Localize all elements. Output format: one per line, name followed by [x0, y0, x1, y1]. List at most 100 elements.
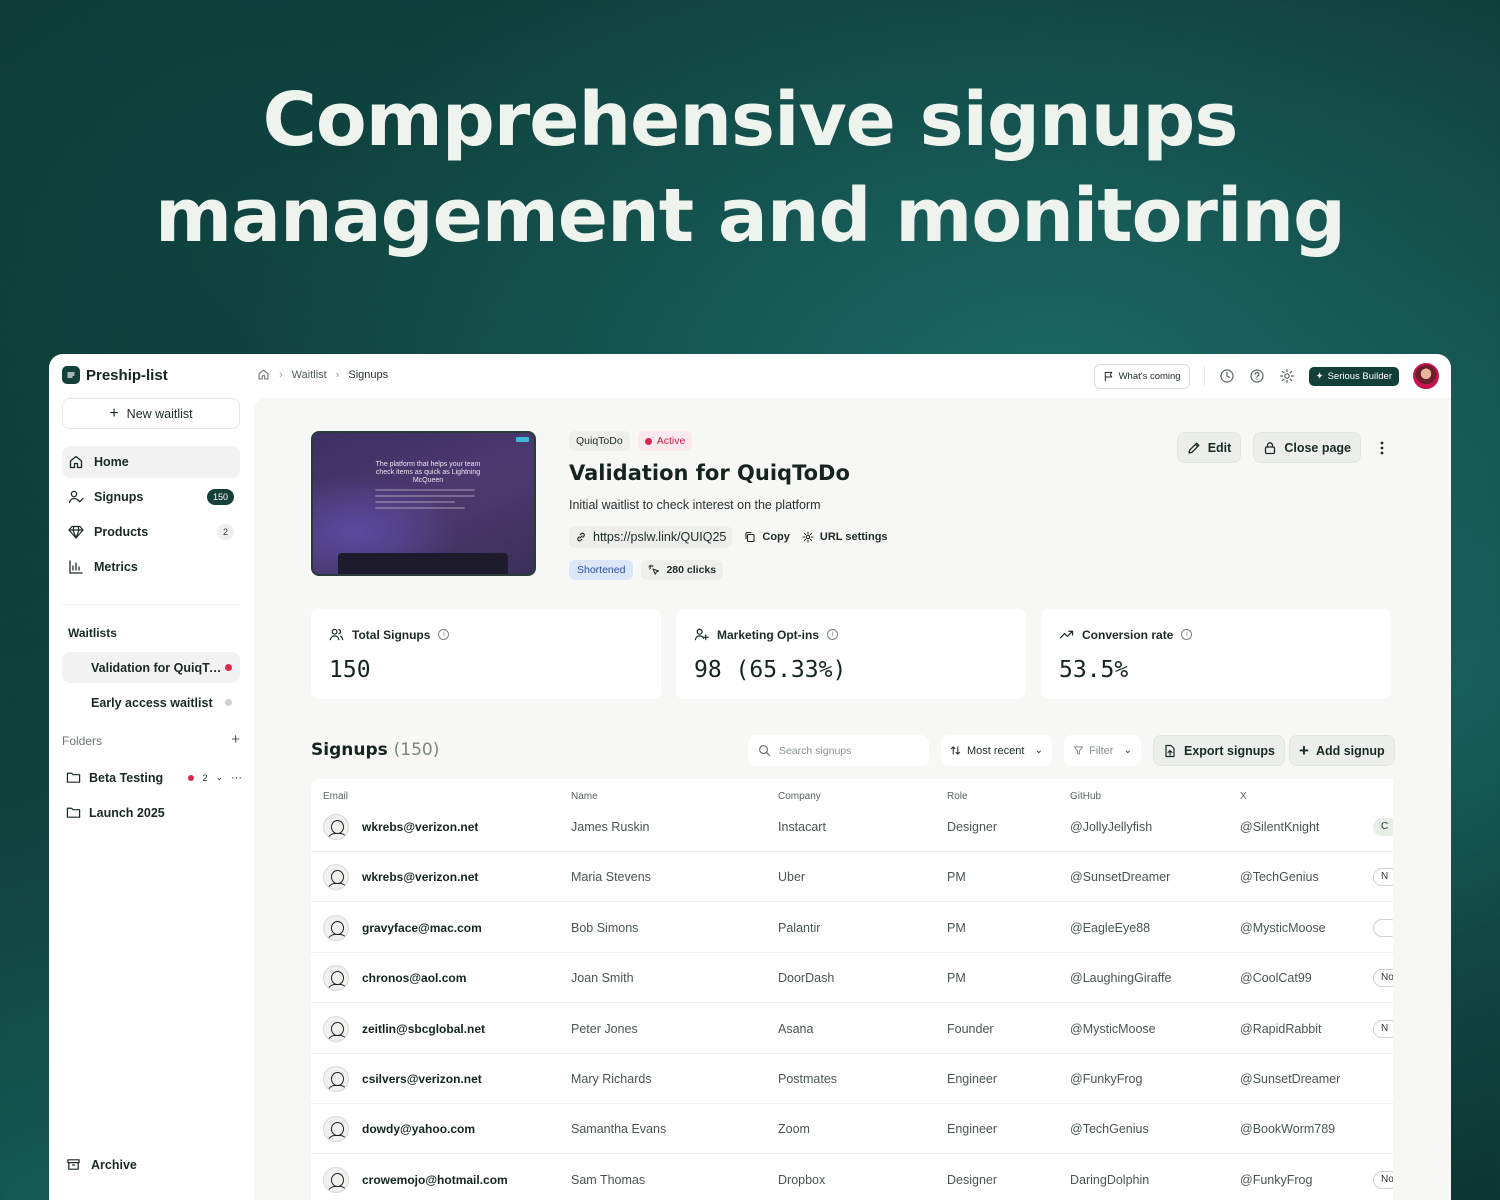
cell-role: PM [947, 971, 966, 986]
cell-github: @LaughingGiraffe [1070, 971, 1172, 986]
sort-dropdown[interactable]: Most recent ⌄ [941, 735, 1052, 766]
url-settings-button[interactable]: URL settings [802, 531, 888, 543]
gear-icon[interactable] [1279, 368, 1295, 384]
table-row[interactable]: wkrebs@verizon.net James Ruskin Instacart D… [311, 802, 1393, 852]
help-icon[interactable] [1249, 368, 1265, 384]
breadcrumb-signups[interactable]: Signups [348, 369, 388, 381]
user-plus-icon [694, 628, 709, 641]
plan-badge[interactable]: ✦ Serious Builder [1308, 366, 1399, 386]
cell-x: @TechGenius [1240, 870, 1319, 885]
cell-name: Mary Richards [571, 1072, 652, 1086]
filter-dropdown[interactable]: Filter ⌄ [1064, 735, 1141, 766]
waitlist-item-early-access[interactable]: Early access waitlist [62, 687, 240, 718]
cell-company: Instacart [778, 820, 826, 834]
more-options-icon[interactable] [1373, 439, 1391, 457]
table-row[interactable]: gravyface@mac.com Bob Simons Palantir PM @Ea… [311, 903, 1393, 953]
page-title: Validation for QuiqToDo [569, 461, 850, 485]
folder-beta-testing[interactable]: Beta Testing 2 ⌄ ··· [66, 770, 242, 785]
search-input[interactable]: Search signups [748, 735, 929, 766]
folder-icon [66, 807, 81, 818]
new-waitlist-button[interactable]: + New waitlist [62, 398, 240, 429]
column-header-role[interactable]: Role [947, 791, 968, 802]
users-icon [329, 628, 344, 641]
add-folder-icon[interactable]: + [231, 732, 240, 748]
page-description: Initial waitlist to check interest on th… [569, 498, 821, 512]
cell-email: csilvers@verizon.net [323, 1054, 482, 1104]
product-tag[interactable]: QuiqToDo [569, 431, 630, 451]
waitlist-url[interactable]: https://pslw.link/QUIQ25 [569, 526, 733, 548]
waitlist-item-validation[interactable]: Validation for QuiqToDo [62, 652, 240, 683]
clicks-badge: 280 clicks [641, 560, 724, 580]
home-icon[interactable] [257, 368, 270, 381]
archive-link[interactable]: Archive [66, 1157, 137, 1172]
file-export-icon [1165, 744, 1175, 757]
chevron-down-icon[interactable]: ⌄ [215, 772, 223, 783]
table-row[interactable]: zeitlin@sbcglobal.net Peter Jones Asana Fou… [311, 1004, 1393, 1054]
table-row[interactable]: dowdy@yahoo.com Samantha Evans Zoom Enginee… [311, 1104, 1393, 1155]
history-icon[interactable] [1219, 368, 1235, 384]
nav-label: Products [94, 525, 149, 539]
info-icon[interactable]: i [827, 629, 839, 640]
hero-line-2: management and monitoring [154, 173, 1346, 259]
stat-label: Conversion rate [1082, 627, 1174, 642]
email-text: gravyface@mac.com [362, 920, 482, 935]
user-avatar[interactable] [1413, 363, 1439, 389]
signups-count-badge: 150 [206, 489, 234, 505]
sidebar: Preship-list + New waitlist Home Signups… [49, 354, 254, 1200]
brand-logo[interactable]: Preship-list [62, 366, 168, 384]
waitlist-preview-thumbnail[interactable]: The platform that helps your team check … [311, 431, 536, 576]
pencil-icon [1188, 442, 1200, 454]
topbar: › Waitlist › Signups What's coming ✦ Ser… [254, 354, 1451, 398]
email-text: crowemojo@hotmail.com [362, 1172, 508, 1187]
opt-in-badge: C [1373, 818, 1393, 836]
edit-button[interactable]: Edit [1176, 432, 1242, 463]
nav-item-products[interactable]: Products 2 [62, 516, 240, 548]
cell-name: Samantha Evans [571, 1122, 667, 1137]
column-header-company[interactable]: Company [778, 791, 821, 802]
cell-x: @SunsetDreamer [1240, 1072, 1341, 1086]
email-text: wkrebs@verizon.net [362, 870, 479, 885]
close-page-button[interactable]: Close page [1253, 432, 1361, 463]
trending-up-icon [1059, 630, 1074, 639]
avatar [323, 965, 349, 992]
table-row[interactable]: crowemojo@hotmail.com Sam Thomas Dropbox De… [311, 1155, 1393, 1200]
opt-in-badge: N [1373, 868, 1393, 887]
cell-x: @MysticMoose [1240, 920, 1326, 935]
nav-item-signups[interactable]: Signups 150 [62, 481, 240, 513]
cell-email: chronos@aol.com [323, 953, 466, 1003]
cell-company: Palantir [778, 920, 821, 935]
cell-name: James Ruskin [571, 820, 650, 834]
main-nav: Home Signups 150 Products 2 Metrics [62, 446, 240, 586]
table-row[interactable]: wkrebs@verizon.net Maria Stevens Uber PM @Su… [311, 852, 1393, 903]
copy-button[interactable]: Copy [744, 531, 790, 543]
column-header-name[interactable]: Name [571, 791, 598, 802]
breadcrumb: › Waitlist › Signups [257, 368, 388, 381]
archive-label: Archive [91, 1157, 137, 1172]
logo-icon [62, 366, 80, 384]
export-signups-button[interactable]: Export signups [1153, 735, 1285, 766]
archive-icon [67, 1159, 80, 1170]
cell-github: @EagleEye88 [1070, 920, 1151, 935]
column-header-x[interactable]: X [1240, 791, 1247, 802]
avatar [323, 864, 349, 891]
info-icon[interactable]: i [1181, 629, 1193, 640]
preview-chip [516, 437, 529, 442]
chevron-down-icon: ⌄ [1123, 745, 1132, 756]
more-icon[interactable]: ··· [231, 772, 242, 784]
table-row[interactable]: chronos@aol.com Joan Smith DoorDash PM @Laug… [311, 953, 1393, 1004]
info-icon[interactable]: i [438, 629, 450, 640]
stat-value: 150 [329, 657, 371, 683]
table-row[interactable]: csilvers@verizon.net Mary Richards Postmat… [311, 1054, 1393, 1104]
nav-label: Signups [94, 490, 144, 504]
column-header-email[interactable]: Email [323, 791, 348, 802]
add-signup-button[interactable]: + Add signup [1289, 735, 1395, 766]
nav-item-metrics[interactable]: Metrics [62, 551, 240, 583]
whats-coming-button[interactable]: What's coming [1093, 363, 1190, 389]
hero-line-1: Comprehensive signups [262, 77, 1239, 163]
nav-item-home[interactable]: Home [62, 446, 240, 478]
email-text: wkrebs@verizon.net [362, 820, 479, 834]
column-header-github[interactable]: GitHub [1070, 791, 1101, 802]
cell-company: DoorDash [778, 971, 835, 986]
breadcrumb-waitlist[interactable]: Waitlist [292, 369, 327, 381]
folder-launch-2025[interactable]: Launch 2025 [66, 805, 242, 820]
